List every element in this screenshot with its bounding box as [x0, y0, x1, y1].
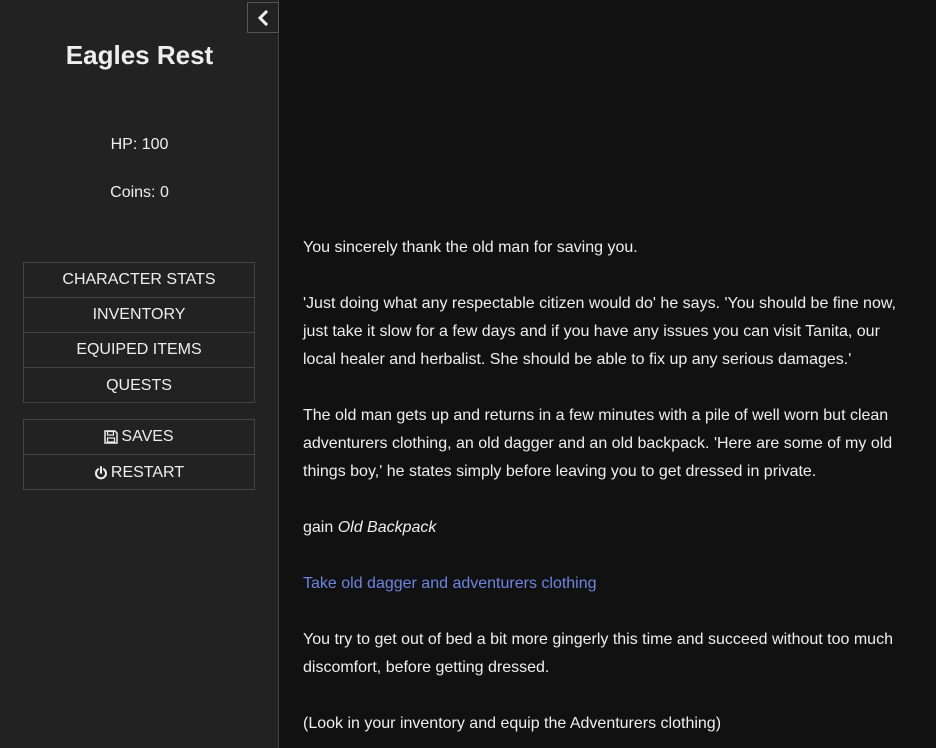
passage-paragraph: You sincerely thank the old man for savi… — [303, 239, 638, 256]
floppy-disk-icon — [104, 430, 119, 444]
chevron-left-icon — [257, 9, 269, 26]
story-title: Eagles Rest — [65, 40, 214, 70]
passage-paragraph: 'Just doing what any respectable citizen… — [303, 295, 896, 368]
gained-item: Old Backpack — [337, 519, 437, 536]
gain-item-line: gain Old Backpack — [303, 514, 903, 542]
saves-label: SAVES — [121, 428, 174, 445]
gain-prefix: gain — [303, 519, 338, 536]
passage-content: You sincerely thank the old man for savi… — [303, 234, 903, 748]
system-menu: SAVES RESTART — [23, 419, 255, 490]
equiped-items-button[interactable]: EQUIPED ITEMS — [24, 333, 254, 368]
passage-link-line: Take old dagger and adventurers clothing — [303, 570, 903, 598]
restart-label: RESTART — [110, 463, 185, 481]
passage-paragraph: (Look in your inventory and equip the Ad… — [303, 715, 722, 732]
saves-button[interactable]: SAVES — [24, 420, 254, 455]
coins-stat: Coins: 0 — [110, 184, 169, 201]
inventory-button[interactable]: INVENTORY — [24, 298, 254, 333]
hp-stat: HP: 100 — [110, 136, 169, 153]
take-dagger-clothing-link[interactable]: Take old dagger and adventurers clothing — [303, 575, 597, 592]
app-window: Eagles Rest HP: 100 Coins: 0 CHARACTER S… — [0, 0, 936, 748]
power-icon — [94, 465, 107, 479]
quests-button[interactable]: QUESTS — [24, 368, 254, 403]
passage-paragraph: You try to get out of bed a bit more gin… — [303, 631, 893, 676]
sidebar-collapse-button[interactable] — [247, 2, 279, 33]
story-menu: CHARACTER STATS INVENTORY EQUIPED ITEMS … — [23, 262, 255, 403]
sidebar: Eagles Rest HP: 100 Coins: 0 CHARACTER S… — [0, 0, 279, 748]
restart-button[interactable]: RESTART — [24, 455, 254, 490]
character-stats-button[interactable]: CHARACTER STATS — [24, 263, 254, 298]
passage-paragraph: The old man gets up and returns in a few… — [303, 407, 893, 480]
